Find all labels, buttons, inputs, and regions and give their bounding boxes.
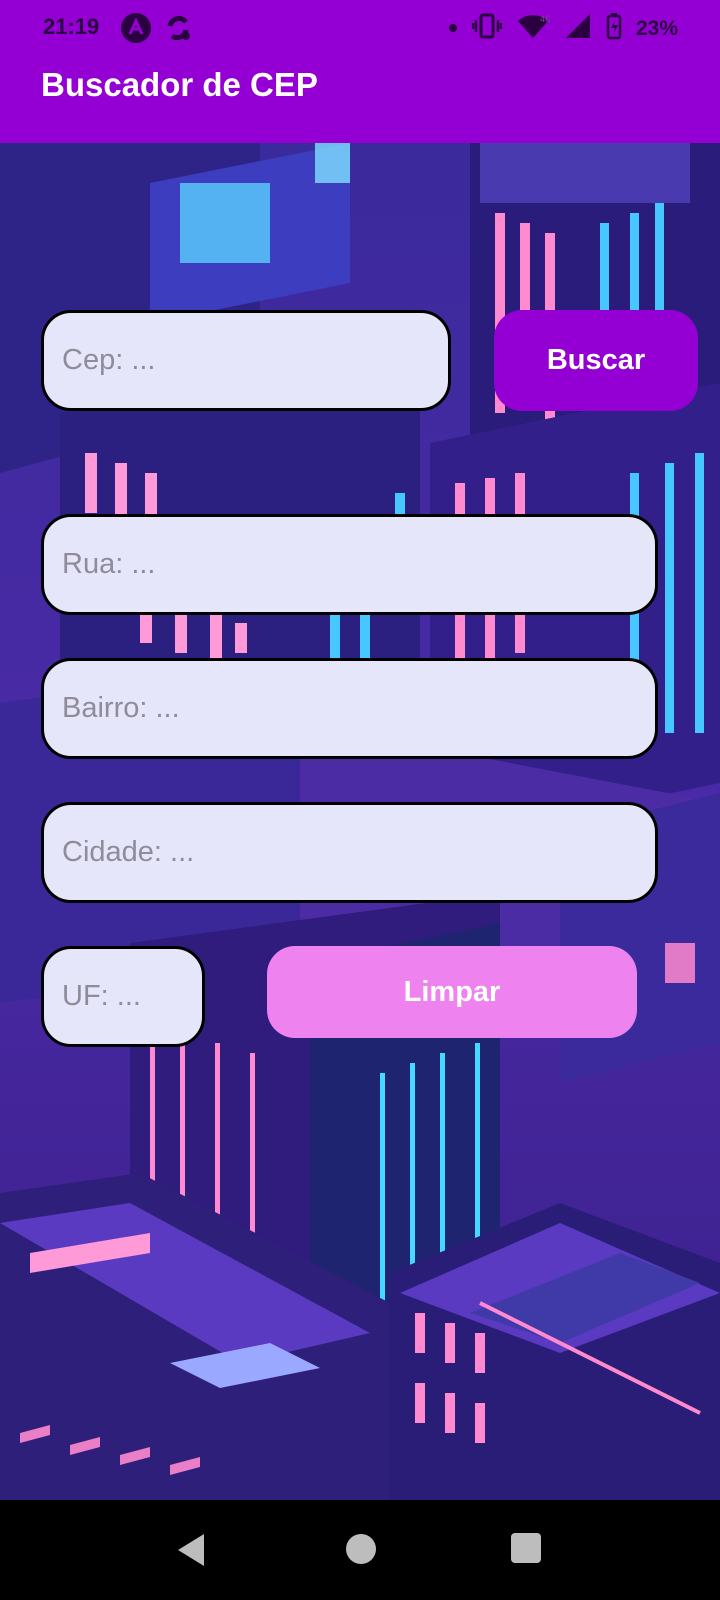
signal-icon [564, 12, 592, 45]
cep-field[interactable] [41, 310, 451, 411]
app-header: 21:19 4G+ 23% Buscador de CEP [0, 0, 720, 143]
svg-text:4G+: 4G+ [540, 14, 550, 24]
clear-button[interactable]: Limpar [267, 946, 637, 1038]
battery-icon [606, 12, 622, 45]
battery-percent: 23% [635, 16, 678, 40]
state-input[interactable] [62, 949, 202, 1044]
vibrate-icon [471, 12, 503, 45]
app-title: Buscador de CEP [41, 66, 318, 103]
status-bar: 21:19 4G+ 23% [0, 0, 720, 56]
app-icon-a [120, 12, 152, 49]
city-field[interactable] [41, 802, 658, 903]
cep-input[interactable] [62, 313, 448, 408]
dot-icon [448, 20, 458, 38]
navigation-bar [0, 1500, 720, 1600]
city-input[interactable] [62, 805, 655, 900]
home-icon[interactable] [344, 1532, 378, 1571]
street-input[interactable] [62, 517, 655, 612]
status-time: 21:19 [43, 14, 100, 39]
search-button[interactable]: Buscar [494, 310, 698, 411]
back-icon[interactable] [174, 1532, 208, 1573]
district-field[interactable] [41, 658, 658, 759]
sync-icon [162, 12, 194, 49]
recents-icon[interactable] [510, 1532, 542, 1569]
street-field[interactable] [41, 514, 658, 615]
wifi-icon: 4G+ [516, 12, 557, 45]
state-field[interactable] [41, 946, 205, 1047]
district-input[interactable] [62, 661, 655, 756]
